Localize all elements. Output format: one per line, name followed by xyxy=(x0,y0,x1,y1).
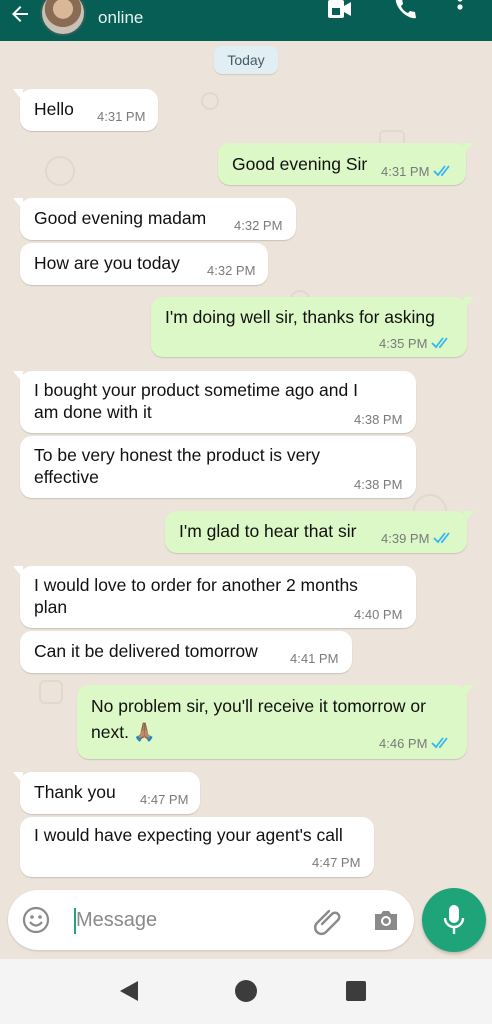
message-time: 4:46 PM xyxy=(379,736,428,751)
video-call-icon[interactable] xyxy=(325,0,353,22)
message-time: 4:31 PM xyxy=(381,164,430,179)
message-time: 4:32 PM xyxy=(207,263,256,278)
chat-area[interactable]: Today Hello 4:31 PM Good evening Sir 4:3… xyxy=(0,41,492,959)
message-text: I would have expecting your agent's call xyxy=(34,825,343,845)
message-bubble-incoming[interactable]: I would have expecting your agent's call… xyxy=(20,817,374,877)
message-text: Good evening Sir xyxy=(232,154,368,174)
message-bubble-incoming[interactable]: Hello 4:31 PM xyxy=(13,89,158,131)
nav-recents-icon[interactable] xyxy=(346,981,366,1001)
date-separator: Today xyxy=(214,46,278,74)
message-composer xyxy=(8,890,414,950)
message-text: I would love to order for another 2 mont… xyxy=(34,574,358,618)
message-text: How are you today xyxy=(34,253,180,273)
message-input[interactable] xyxy=(76,904,296,936)
back-arrow-icon[interactable] xyxy=(8,2,32,26)
message-line: To be very honest the product is very xyxy=(34,445,320,465)
message-bubble-outgoing[interactable]: I'm glad to hear that sir 4:39 PM xyxy=(165,511,474,553)
system-navigation-bar xyxy=(0,959,492,1024)
voice-call-icon[interactable] xyxy=(390,0,418,22)
praying-hands-emoji: 🙏🏽 xyxy=(132,722,156,742)
message-meta: 4:35 PM xyxy=(379,336,453,351)
read-ticks-icon xyxy=(431,337,449,349)
message-time: 4:32 PM xyxy=(234,218,283,233)
message-time: 4:47 PM xyxy=(312,855,361,870)
message-text: I'm doing well sir, thanks for asking xyxy=(165,307,435,327)
message-time: 4:47 PM xyxy=(140,792,189,807)
message-bubble-incoming[interactable]: I bought your product sometime ago and I… xyxy=(13,371,416,433)
message-bubble-outgoing[interactable]: I'm doing well sir, thanks for asking 4:… xyxy=(151,297,474,357)
message-text: Hello xyxy=(34,99,74,119)
chat-header: online xyxy=(0,0,492,41)
message-bubble-incoming[interactable]: To be very honest the product is very eff… xyxy=(20,436,416,498)
message-text: No problem sir, you'll receive it tomorr… xyxy=(91,693,426,745)
message-text: I bought your product sometime ago and I… xyxy=(34,379,358,423)
microphone-icon xyxy=(443,905,465,934)
message-time: 4:40 PM xyxy=(354,607,403,622)
nav-back-icon[interactable] xyxy=(118,979,140,1003)
message-time: 4:35 PM xyxy=(379,336,428,351)
message-line: plan xyxy=(34,597,68,617)
message-line: am done with it xyxy=(34,402,152,422)
message-text: Good evening madam xyxy=(34,208,207,228)
voice-message-button[interactable] xyxy=(422,888,486,952)
message-time: 4:38 PM xyxy=(354,477,403,492)
camera-icon[interactable] xyxy=(372,907,400,933)
message-meta: 4:46 PM xyxy=(379,736,453,751)
message-meta: 4:39 PM xyxy=(381,531,455,546)
message-text: To be very honest the product is very eff… xyxy=(34,444,320,488)
message-line: No problem sir, you'll receive it tomorr… xyxy=(91,696,426,716)
avatar[interactable] xyxy=(40,0,86,36)
message-bubble-incoming[interactable]: How are you today 4:32 PM xyxy=(20,243,268,285)
message-line: effective xyxy=(34,467,99,487)
message-time: 4:38 PM xyxy=(354,412,403,427)
message-line: I bought your product sometime ago and I xyxy=(34,380,358,400)
message-bubble-incoming[interactable]: I would love to order for another 2 mont… xyxy=(13,566,416,628)
more-options-icon[interactable] xyxy=(448,0,472,22)
message-text: Thank you xyxy=(34,782,116,802)
message-text: I'm glad to hear that sir xyxy=(179,521,357,541)
message-bubble-incoming[interactable]: Good evening madam 4:32 PM xyxy=(13,198,296,240)
contact-status: online xyxy=(98,8,144,27)
emoji-icon[interactable] xyxy=(22,906,50,934)
read-ticks-icon xyxy=(431,737,449,749)
message-time: 4:41 PM xyxy=(290,651,339,666)
message-bubble-incoming[interactable]: Can it be delivered tomorrow 4:41 PM xyxy=(20,631,352,673)
message-text: Can it be delivered tomorrow xyxy=(34,641,258,661)
message-bubble-outgoing[interactable]: Good evening Sir 4:31 PM xyxy=(218,143,473,185)
message-line: next. xyxy=(91,722,129,742)
message-bubble-outgoing[interactable]: No problem sir, you'll receive it tomorr… xyxy=(77,685,474,759)
read-ticks-icon xyxy=(433,165,451,177)
message-meta: 4:31 PM xyxy=(381,164,455,179)
message-time: 4:39 PM xyxy=(381,531,430,546)
message-line: I would love to order for another 2 mont… xyxy=(34,575,358,595)
message-time: 4:31 PM xyxy=(97,109,146,124)
nav-home-icon[interactable] xyxy=(235,980,257,1002)
message-bubble-incoming[interactable]: Thank you 4:47 PM xyxy=(13,772,200,814)
attach-icon[interactable] xyxy=(313,906,343,936)
read-ticks-icon xyxy=(433,532,451,544)
